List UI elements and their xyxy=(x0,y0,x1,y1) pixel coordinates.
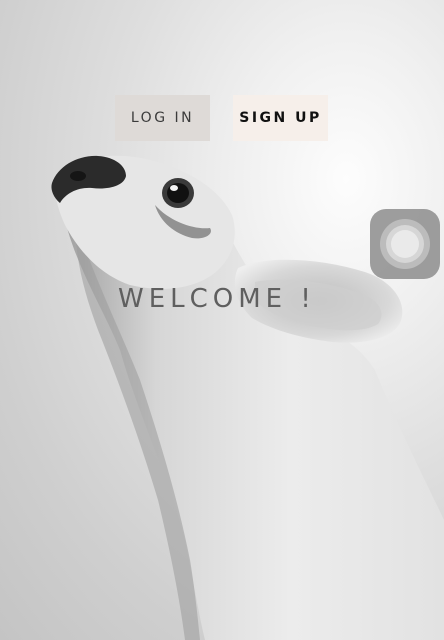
welcome-heading: WELCOME ! xyxy=(118,284,316,314)
dog-background-image xyxy=(51,155,444,640)
welcome-screen: LOG IN SIGN UP WELCOME ! xyxy=(0,0,444,640)
login-button[interactable]: LOG IN xyxy=(115,95,210,141)
assistive-touch-icon xyxy=(380,219,430,269)
assistive-touch-button[interactable] xyxy=(370,209,440,279)
signup-button[interactable]: SIGN UP xyxy=(233,95,328,141)
